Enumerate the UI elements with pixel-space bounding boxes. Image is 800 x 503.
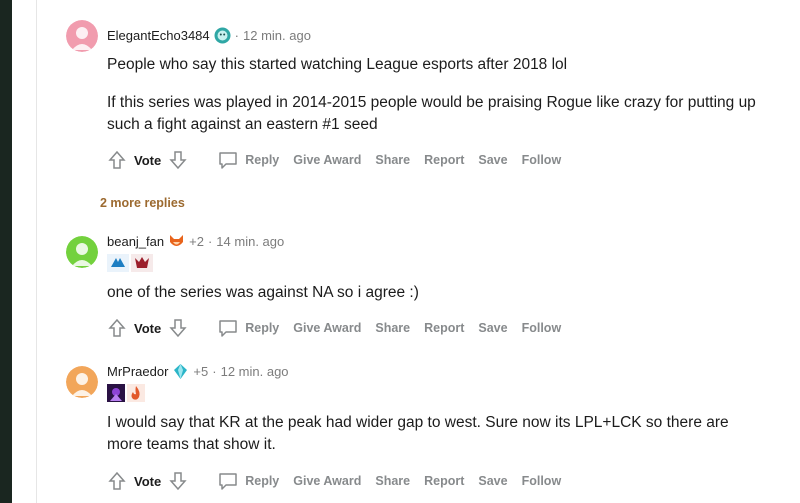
downvote-arrow-icon[interactable] <box>167 317 189 339</box>
avatar[interactable] <box>66 20 98 52</box>
timestamp[interactable]: 14 min. ago <box>216 234 284 249</box>
cloud9-logo <box>107 254 129 272</box>
downvote-arrow-icon[interactable] <box>167 470 189 492</box>
separator: · <box>212 364 217 379</box>
report-button[interactable]: Report <box>424 321 464 335</box>
reply-button[interactable]: Reply <box>217 471 279 491</box>
upvote-arrow-icon[interactable] <box>106 149 128 171</box>
comment-actions: Vote Reply Give Award Share Report Save … <box>106 470 561 492</box>
reply-label: Reply <box>245 321 280 335</box>
separator: · <box>234 28 239 43</box>
timestamp[interactable]: 12 min. ago <box>243 28 311 43</box>
comment-header: MrPraedor +5 · 12 min. ago <box>107 363 289 380</box>
flame-icon <box>127 384 145 402</box>
vote-label: Vote <box>134 152 162 168</box>
left-edge-strip <box>0 0 12 503</box>
vote-label: Vote <box>134 320 162 336</box>
save-button[interactable]: Save <box>478 474 507 488</box>
crystal-icon <box>172 363 189 380</box>
comment-paragraph: If this series was played in 2014-2015 p… <box>107 94 756 133</box>
more-replies-link[interactable]: 2 more replies <box>100 196 185 210</box>
avatar[interactable] <box>66 236 98 268</box>
comment-body: one of the series was against NA so i ag… <box>107 282 757 320</box>
team-mascot-logo <box>131 254 153 272</box>
karma-points: +2 <box>189 234 204 249</box>
downvote-arrow-icon[interactable] <box>167 149 189 171</box>
avatar[interactable] <box>66 366 98 398</box>
follow-button[interactable]: Follow <box>522 321 562 335</box>
follow-button[interactable]: Follow <box>522 474 562 488</box>
karma-points: +5 <box>193 364 209 379</box>
reply-button[interactable]: Reply <box>217 318 279 338</box>
reply-button[interactable]: Reply <box>217 150 279 170</box>
username[interactable]: beanj_fan <box>107 234 164 249</box>
comment-paragraph: People who say this started watching Lea… <box>107 56 568 73</box>
report-button[interactable]: Report <box>424 474 464 488</box>
user-badges <box>107 384 145 402</box>
give-award-button[interactable]: Give Award <box>293 321 361 335</box>
vote-label: Vote <box>134 473 162 489</box>
separator: · <box>207 234 213 249</box>
share-button[interactable]: Share <box>375 321 410 335</box>
reply-label: Reply <box>245 474 280 488</box>
thread-line[interactable] <box>36 0 37 503</box>
comment-body: People who say this started watching Lea… <box>107 54 757 152</box>
comment-paragraph: I would say that KR at the peak had wide… <box>107 414 729 453</box>
username[interactable]: ElegantEcho3484 <box>107 28 210 43</box>
share-button[interactable]: Share <box>375 474 410 488</box>
save-button[interactable]: Save <box>478 321 507 335</box>
comment-actions: Vote Reply Give Award Share Report Save … <box>106 317 561 339</box>
comment-header: beanj_fan +2 · 14 min. ago <box>107 233 284 250</box>
give-award-button[interactable]: Give Award <box>293 474 361 488</box>
purple-champion-icon <box>107 384 125 402</box>
user-badges <box>107 254 153 272</box>
username[interactable]: MrPraedor <box>107 364 168 379</box>
comment-paragraph: one of the series was against NA so i ag… <box>107 284 419 301</box>
fox-icon <box>168 233 185 250</box>
give-award-button[interactable]: Give Award <box>293 153 361 167</box>
upvote-arrow-icon[interactable] <box>106 470 128 492</box>
report-button[interactable]: Report <box>424 153 464 167</box>
follow-button[interactable]: Follow <box>522 153 562 167</box>
comment-header: ElegantEcho3484 · 12 min. ago <box>107 27 311 44</box>
share-button[interactable]: Share <box>375 153 410 167</box>
upvote-arrow-icon[interactable] <box>106 317 128 339</box>
reply-label: Reply <box>245 153 280 167</box>
timestamp[interactable]: 12 min. ago <box>221 364 289 379</box>
comment-actions: Vote Reply Give Award Share Report Save … <box>106 149 561 171</box>
comment-bubble-icon <box>217 318 239 338</box>
teal-face-icon <box>214 27 231 44</box>
comment-body: I would say that KR at the peak had wide… <box>107 412 757 472</box>
save-button[interactable]: Save <box>478 153 507 167</box>
comment-bubble-icon <box>217 150 239 170</box>
comment-bubble-icon <box>217 471 239 491</box>
